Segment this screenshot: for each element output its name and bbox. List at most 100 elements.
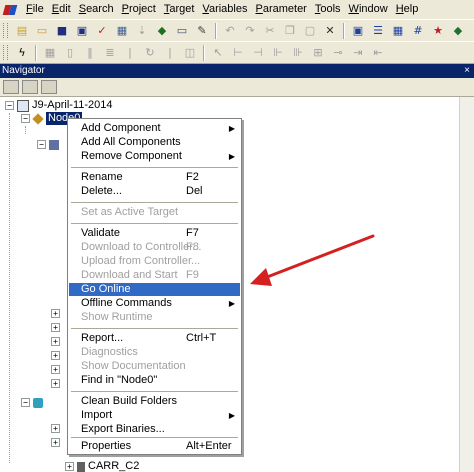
menu-item-properties[interactable]: Properties Alt+Enter [69, 440, 240, 453]
pointer-icon[interactable]: ↖ [209, 45, 227, 61]
menu-variables[interactable]: Variables [198, 1, 251, 18]
expand-icon[interactable]: + [51, 379, 60, 388]
menu-item-clean-build-folders[interactable]: Clean Build Folders [69, 395, 240, 408]
tree-item-carr-c2[interactable]: + CARR_C2 [65, 460, 139, 472]
properties-icon[interactable]: ☰ [369, 23, 387, 39]
close-icon[interactable]: × [464, 64, 470, 78]
tree-item-module[interactable]: − [21, 396, 46, 409]
tree-item-collapsed[interactable]: + [51, 307, 63, 320]
menu-edit[interactable]: Edit [48, 1, 75, 18]
menu-item-rename[interactable]: Rename F2 [69, 171, 240, 184]
toolbar-grip[interactable] [3, 23, 8, 38]
coil-icon[interactable]: ⊪ [289, 45, 307, 61]
save-icon[interactable]: ■ [53, 23, 71, 39]
redo-icon[interactable]: ↷ [241, 23, 259, 39]
download-icon[interactable]: ⇣ [133, 23, 151, 39]
vertical-scrollbar[interactable] [459, 97, 474, 472]
menu-help[interactable]: Help [392, 1, 423, 18]
menu-item-add-all-components[interactable]: Add All Components [69, 136, 240, 149]
expand-icon[interactable]: + [51, 438, 60, 447]
expand-icon[interactable]: + [51, 424, 60, 433]
wrench-icon[interactable]: ✎ [193, 23, 211, 39]
expand-icon[interactable]: + [51, 309, 60, 318]
collapse-icon[interactable]: − [21, 398, 30, 407]
restart-icon[interactable]: ↻ [141, 45, 159, 61]
menu-target[interactable]: Target [160, 1, 199, 18]
open-folder-icon[interactable]: ▭ [33, 23, 51, 39]
connect-icon[interactable]: ◆ [153, 23, 171, 39]
tree-item-collapsed[interactable]: + [51, 349, 63, 362]
tree-item-collapsed[interactable]: + [51, 422, 63, 435]
collapse-icon[interactable]: − [5, 101, 14, 110]
return-icon[interactable]: ⇤ [369, 45, 387, 61]
debug-grid-icon[interactable]: ▦ [41, 45, 59, 61]
new-project-icon[interactable]: ▤ [13, 23, 31, 39]
view-tree-icon[interactable] [41, 80, 57, 94]
expand-icon[interactable]: + [65, 462, 74, 471]
tree-item-collapsed[interactable]: + [51, 377, 63, 390]
main-toolbar: ▤ ▭ ■ ▣ ✓ ▦ ⇣ ◆ ▭ ✎ ↶ ↷ ✂ ❐ ▢ ✕ ▣ ☰ ▦ # … [0, 19, 474, 42]
validate-check-icon[interactable]: ✓ [93, 23, 111, 39]
menu-item-remove-component[interactable]: Remove Component ▶ [69, 150, 240, 163]
copy-icon[interactable]: ❐ [281, 23, 299, 39]
menu-item-offline-commands[interactable]: Offline Commands ▶ [69, 297, 240, 310]
menu-item-report[interactable]: Report... Ctrl+T [69, 332, 240, 345]
step-icon[interactable]: | [161, 45, 179, 61]
menu-item-import[interactable]: Import ▶ [69, 409, 240, 422]
menu-item-validate[interactable]: Validate F7 [69, 227, 240, 240]
navigator-title-bar: Navigator × [0, 64, 474, 78]
menu-search[interactable]: Search [75, 1, 118, 18]
monitor-icon[interactable]: ▭ [173, 23, 191, 39]
view-grid-icon[interactable] [3, 80, 19, 94]
debug-list-icon[interactable]: ≣ [101, 45, 119, 61]
tree-item-child[interactable]: − [37, 138, 62, 151]
menu-window[interactable]: Window [345, 1, 392, 18]
contact-icon[interactable]: ⊩ [269, 45, 287, 61]
menu-item-export-binaries[interactable]: Export Binaries... [69, 423, 240, 436]
cut-icon[interactable]: ✂ [261, 23, 279, 39]
numeric-icon[interactable]: # [409, 23, 427, 39]
debug-pause-icon[interactable]: ‖ [81, 45, 99, 61]
menu-item-delete[interactable]: Delete... Del [69, 185, 240, 198]
star-icon[interactable]: ★ [429, 23, 447, 39]
tree-item-collapsed[interactable]: + [51, 335, 63, 348]
tree-item-project[interactable]: − J9-April-11-2014 [5, 99, 113, 112]
branch-icon[interactable]: ⊣ [249, 45, 267, 61]
menu-separator [71, 437, 238, 438]
menu-item-add-component[interactable]: Add Component ▶ [69, 122, 240, 135]
collapse-icon[interactable]: − [21, 114, 30, 123]
tree-item-collapsed[interactable]: + [51, 436, 63, 449]
expand-icon[interactable]: + [51, 337, 60, 346]
collapse-icon[interactable]: − [37, 140, 46, 149]
tree-item-collapsed[interactable]: + [51, 321, 63, 334]
expand-icon[interactable]: + [51, 323, 60, 332]
calendar-icon[interactable]: ▦ [389, 23, 407, 39]
toolbar-grip[interactable] [3, 45, 8, 60]
view-list-icon[interactable] [22, 80, 38, 94]
lightning-icon[interactable]: ϟ [13, 45, 31, 61]
save-all-icon[interactable]: ▣ [73, 23, 91, 39]
debug-break-icon[interactable]: | [121, 45, 139, 61]
paste-icon[interactable]: ▢ [301, 23, 319, 39]
debug-stop-icon[interactable]: ▯ [61, 45, 79, 61]
workspace-icon[interactable]: ▣ [349, 23, 367, 39]
tree-item-collapsed[interactable]: + [51, 363, 63, 376]
step-into-icon[interactable]: ◫ [181, 45, 199, 61]
run-to-icon[interactable]: ⊢ [229, 45, 247, 61]
delete-icon[interactable]: ✕ [321, 23, 339, 39]
menu-parameter[interactable]: Parameter [251, 1, 310, 18]
undo-icon[interactable]: ↶ [221, 23, 239, 39]
box-icon[interactable]: ⊞ [309, 45, 327, 61]
menu-project[interactable]: Project [118, 1, 160, 18]
puzzle-icon[interactable]: ◆ [449, 23, 467, 39]
expand-icon[interactable]: + [51, 351, 60, 360]
jump-icon[interactable]: ⇥ [349, 45, 367, 61]
menu-file[interactable]: File [22, 1, 48, 18]
menu-item-download-and-start: Download and Start F9 [81, 269, 199, 281]
menu-item-go-online[interactable]: Go Online [69, 283, 240, 296]
link-icon[interactable]: ⊸ [329, 45, 347, 61]
menu-tools[interactable]: Tools [311, 1, 345, 18]
menu-item-find-in-node[interactable]: Find in "Node0" [69, 374, 240, 387]
expand-icon[interactable]: + [51, 365, 60, 374]
build-icon[interactable]: ▦ [113, 23, 131, 39]
